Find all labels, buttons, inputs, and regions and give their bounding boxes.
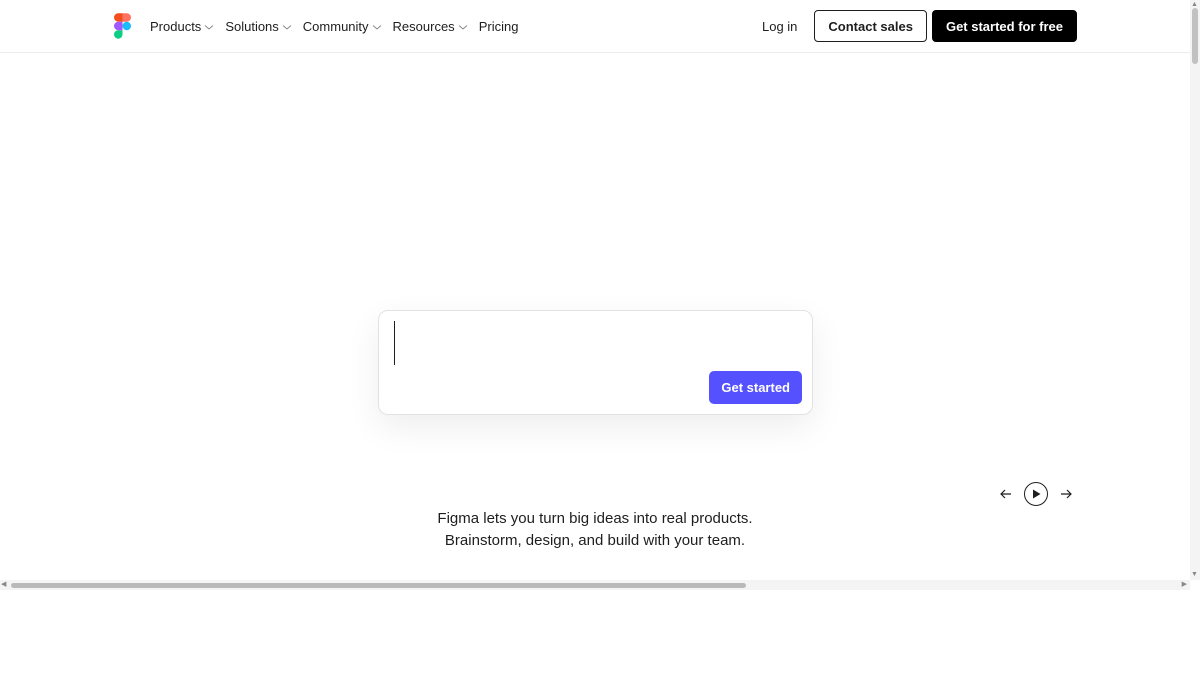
nav-item-label: Solutions [225, 19, 279, 34]
nav-item-label: Products [150, 19, 202, 34]
tagline-line-2: Brainstorm, design, and build with your … [444, 532, 746, 549]
text-caret [394, 321, 395, 365]
login-link[interactable]: Log in [762, 19, 797, 34]
site-header: Products Solutions Community Resources P… [0, 0, 1190, 53]
scroll-down-arrow-icon[interactable]: ▼ [1191, 571, 1198, 579]
hero-tagline: Figma lets you turn big ideas into real … [395, 508, 795, 552]
prompt-card: Get started [378, 310, 813, 415]
chevron-down-icon [458, 24, 468, 30]
nav-item-label: Community [302, 19, 369, 34]
blank-area [0, 590, 1200, 675]
prompt-input[interactable] [393, 319, 793, 369]
nav-item-products[interactable]: Products [150, 19, 214, 34]
nav-item-solutions[interactable]: Solutions [225, 19, 292, 34]
nav-item-label: Pricing [478, 19, 519, 34]
scroll-left-arrow-icon[interactable]: ◀ [1, 581, 6, 589]
arrow-left-icon [1000, 489, 1011, 499]
chevron-down-icon [204, 24, 214, 30]
nav-item-label: Resources [392, 19, 455, 34]
carousel-controls [996, 482, 1076, 506]
carousel-play-button[interactable] [1024, 482, 1048, 506]
arrow-right-icon [1061, 489, 1072, 499]
nav-item-pricing[interactable]: Pricing [479, 19, 519, 34]
carousel-next-button[interactable] [1056, 482, 1076, 506]
chevron-down-icon [282, 24, 292, 30]
nav-item-resources[interactable]: Resources [393, 19, 468, 34]
play-icon [1033, 489, 1041, 499]
contact-sales-button[interactable]: Contact sales [814, 10, 927, 42]
vertical-scroll-thumb[interactable] [1192, 8, 1198, 64]
horizontal-scrollbar[interactable]: ◀ ▶ [0, 580, 1190, 590]
scroll-right-arrow-icon[interactable]: ▶ [1182, 581, 1187, 589]
header-actions: Log in Contact sales Get started for fre… [762, 10, 1077, 42]
carousel-prev-button[interactable] [996, 482, 1016, 506]
chevron-down-icon [372, 24, 381, 30]
nav-item-community[interactable]: Community [303, 19, 382, 34]
page-viewport: Products Solutions Community Resources P… [0, 0, 1190, 580]
vertical-scrollbar[interactable]: ▲ ▼ [1190, 0, 1200, 580]
horizontal-scroll-thumb[interactable] [11, 583, 746, 588]
main-nav: Products Solutions Community Resources P… [150, 0, 518, 53]
get-started-button[interactable]: Get started [709, 371, 802, 404]
figma-logo-icon[interactable] [114, 13, 131, 39]
tagline-line-1: Figma lets you turn big ideas into real … [437, 510, 753, 527]
get-started-free-button[interactable]: Get started for free [931, 10, 1077, 42]
